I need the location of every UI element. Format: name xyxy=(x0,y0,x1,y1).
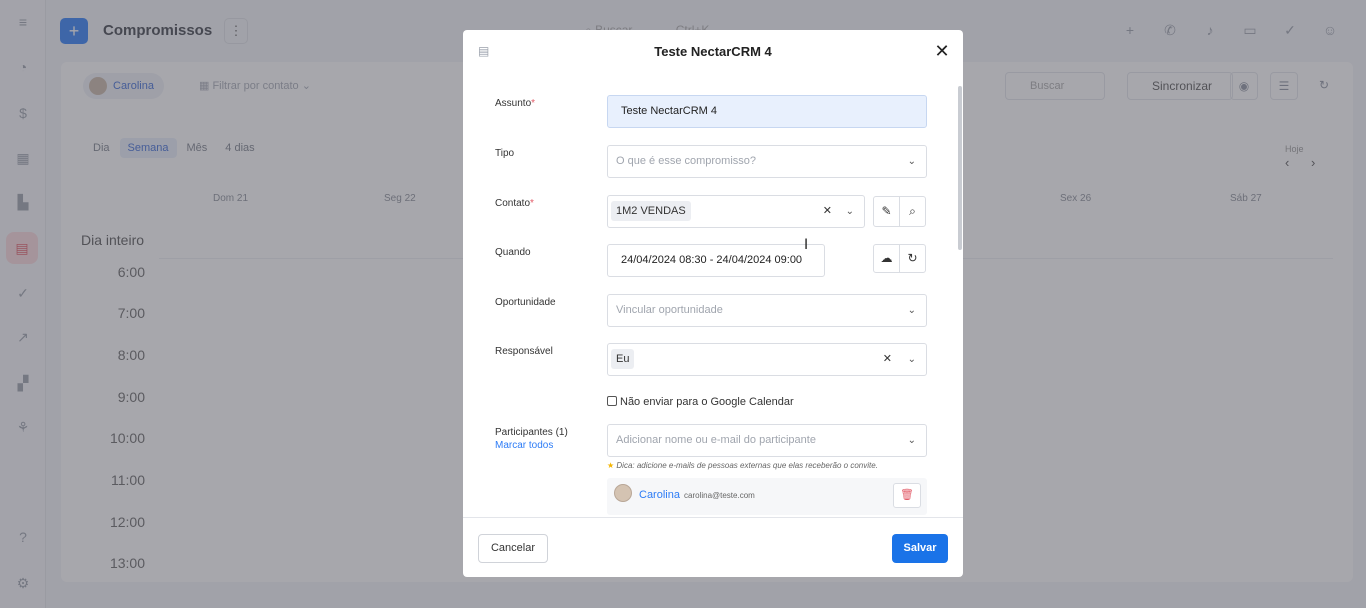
participant-tip: ★ Dica: adicione e-mails de pessoas exte… xyxy=(607,461,878,470)
assunto-input[interactable]: Teste NectarCRM 4 xyxy=(607,95,927,128)
participant-tip-text: Dica: adicione e-mails de pessoas extern… xyxy=(616,461,878,470)
google-calendar-option[interactable]: Não enviar para o Google Calendar xyxy=(607,396,794,408)
cancel-button[interactable]: Cancelar xyxy=(478,534,548,563)
contato-label: Contato* xyxy=(495,198,534,209)
star-icon: ★ xyxy=(607,461,615,470)
participantes-label: Participantes (1) xyxy=(495,427,568,438)
list-item: Carolina carolina@teste.com 🗑 xyxy=(607,478,927,515)
date-range-input[interactable]: 24/04/2024 08:30 - 24/04/2024 09:00 xyxy=(607,244,825,277)
contato-select[interactable]: 1M2 VENDAS ✕ ⌄ xyxy=(607,195,865,228)
participant-name[interactable]: Carolina xyxy=(639,489,680,501)
participant-email: carolina@teste.com xyxy=(684,491,755,500)
appointment-dialog: ▤ Teste NectarCRM 4 ✕ Assunto* Teste Nec… xyxy=(463,30,963,577)
dialog-title: Teste NectarCRM 4 xyxy=(654,44,772,59)
trash-icon[interactable]: 🗑 xyxy=(893,483,921,508)
chevron-down-icon: ⌄ xyxy=(907,354,916,365)
tipo-label: Tipo xyxy=(495,148,515,159)
chevron-down-icon: ⌄ xyxy=(907,435,916,446)
avatar xyxy=(614,484,632,502)
clear-icon[interactable]: ✕ xyxy=(883,344,892,375)
weather-icon[interactable]: ☁ xyxy=(873,244,900,273)
refresh-icon[interactable]: ↻ xyxy=(899,244,926,273)
chevron-down-icon: ⌄ xyxy=(907,305,916,316)
clear-icon[interactable]: ✕ xyxy=(823,196,832,227)
tipo-placeholder: O que é esse compromisso? xyxy=(616,155,757,167)
dialog-footer: Cancelar Salvar xyxy=(463,517,963,577)
chevron-down-icon: ⌄ xyxy=(845,206,854,217)
responsavel-select[interactable]: Eu ✕ ⌄ xyxy=(607,343,927,376)
responsavel-tag: Eu xyxy=(611,349,635,369)
dialog-header: ▤ Teste NectarCRM 4 ✕ xyxy=(463,30,963,76)
contato-tag: 1M2 VENDAS xyxy=(611,201,691,221)
google-calendar-checkbox[interactable] xyxy=(607,396,617,406)
save-button[interactable]: Salvar xyxy=(892,534,948,563)
dialog-body: Assunto* Teste NectarCRM 4 Tipo O que é … xyxy=(463,76,963,517)
search-contact-button[interactable]: ⌕ xyxy=(899,196,926,227)
assunto-label: Assunto* xyxy=(495,98,536,109)
text-cursor-icon: I xyxy=(804,237,809,253)
google-calendar-label: Não enviar para o Google Calendar xyxy=(620,396,794,408)
oportunidade-select[interactable]: Vincular oportunidade ⌄ xyxy=(607,294,927,327)
participant-placeholder: Adicionar nome ou e-mail do participante xyxy=(616,434,816,446)
oportunidade-placeholder: Vincular oportunidade xyxy=(616,304,723,316)
quando-label: Quando xyxy=(495,247,531,258)
responsavel-label: Responsável xyxy=(495,346,553,357)
tipo-select[interactable]: O que é esse compromisso? ⌄ xyxy=(607,145,927,178)
edit-contact-button[interactable]: ✎ xyxy=(873,196,900,227)
chevron-down-icon: ⌄ xyxy=(907,156,916,167)
mark-all-link[interactable]: Marcar todos xyxy=(495,440,553,451)
close-icon[interactable]: ✕ xyxy=(933,42,951,60)
participant-input[interactable]: Adicionar nome ou e-mail do participante… xyxy=(607,424,927,457)
oportunidade-label: Oportunidade xyxy=(495,297,556,308)
